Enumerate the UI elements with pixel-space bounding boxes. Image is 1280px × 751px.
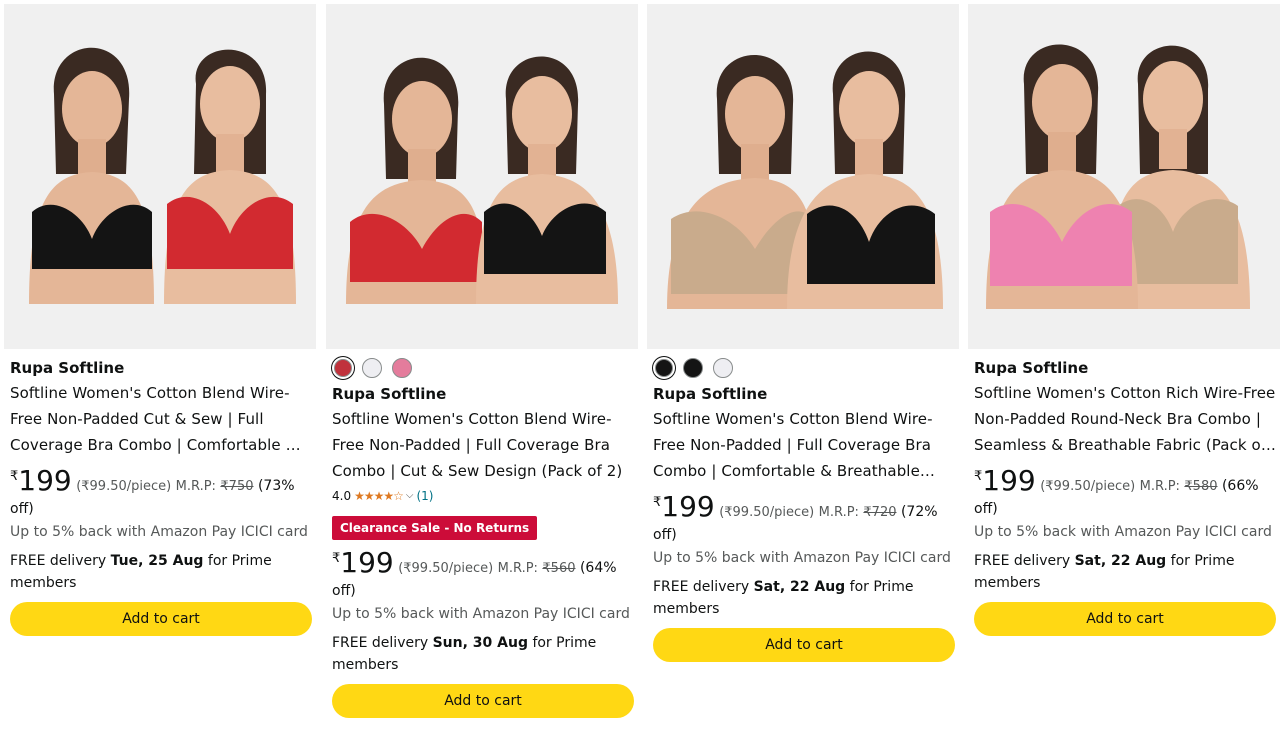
product-card: Rupa Softline Softline Women's Cotton Bl… xyxy=(326,0,642,751)
delivery-date: Tue, 25 Aug xyxy=(110,553,204,569)
delivery-prefix: FREE delivery xyxy=(653,579,750,595)
cashback-offer: Up to 5% back with Amazon Pay ICICI card xyxy=(10,524,308,540)
product-image[interactable] xyxy=(326,4,638,349)
color-swatch[interactable] xyxy=(713,358,733,378)
brand-name: Rupa Softline xyxy=(653,385,768,403)
review-count-link[interactable]: (1) xyxy=(416,486,433,506)
rating-value: 4.0 xyxy=(332,489,352,503)
add-to-cart-button[interactable]: Add to cart xyxy=(974,602,1276,636)
product-card: Rupa Softline Softline Women's Cotton Bl… xyxy=(4,0,320,751)
color-swatches xyxy=(332,356,634,380)
mrp-value: ₹580 xyxy=(1184,479,1218,494)
per-piece-price: (₹99.50/piece) xyxy=(76,479,172,494)
delivery-info: FREE delivery Sun, 30 Aug for Prime memb… xyxy=(332,632,634,676)
color-swatch[interactable] xyxy=(392,358,412,378)
price-block: ₹199 (₹99.50/piece) M.R.P: ₹750 (73% off… xyxy=(10,466,312,520)
product-title[interactable]: Softline Women's Cotton Blend Wire-Free … xyxy=(332,406,634,484)
product-title[interactable]: Softline Women's Cotton Rich Wire-Free N… xyxy=(974,380,1276,458)
brand-name: Rupa Softline xyxy=(10,359,125,377)
delivery-date: Sat, 22 Aug xyxy=(1074,553,1167,569)
price-block: ₹199 (₹99.50/piece) M.R.P: ₹580 (66% off… xyxy=(974,466,1276,520)
delivery-date: Sun, 30 Aug xyxy=(432,635,528,651)
mrp-label: M.R.P: xyxy=(175,479,216,494)
mrp-value: ₹750 xyxy=(220,479,254,494)
model-right xyxy=(787,51,943,309)
product-photo xyxy=(986,44,1250,309)
model-left xyxy=(29,47,154,304)
per-piece-price: (₹99.50/piece) xyxy=(719,505,815,520)
per-piece-price: (₹99.50/piece) xyxy=(398,561,494,576)
color-swatch[interactable] xyxy=(362,358,382,378)
product-image[interactable] xyxy=(4,4,316,349)
price-block: ₹199 (₹99.50/piece) M.R.P: ₹720 (72% off… xyxy=(653,492,955,546)
product-image[interactable] xyxy=(968,4,1280,349)
brand-name: Rupa Softline xyxy=(974,359,1089,377)
model-right xyxy=(476,56,618,304)
star-rating-icon[interactable]: ★★★★☆ xyxy=(354,486,404,506)
color-swatch-selected[interactable] xyxy=(334,359,352,377)
delivery-info: FREE delivery Tue, 25 Aug for Prime memb… xyxy=(10,550,312,594)
model-left xyxy=(986,44,1138,309)
product-title[interactable]: Softline Women's Cotton Blend Wire-Free … xyxy=(10,380,312,458)
delivery-date: Sat, 22 Aug xyxy=(753,579,846,595)
product-title[interactable]: Softline Women's Cotton Blend Wire-Free … xyxy=(653,406,955,484)
price[interactable]: 199 xyxy=(661,490,714,523)
cashback-offer: Up to 5% back with Amazon Pay ICICI card xyxy=(974,524,1272,540)
clearance-badge: Clearance Sale - No Returns xyxy=(332,516,538,540)
product-grid: Rupa Softline Softline Women's Cotton Bl… xyxy=(0,0,1280,751)
delivery-prefix: FREE delivery xyxy=(332,635,429,651)
rating-row: 4.0 ★★★★☆ ⌵ (1) xyxy=(332,486,634,506)
mrp-label: M.R.P: xyxy=(497,561,538,576)
model-left xyxy=(346,57,486,304)
chevron-down-icon[interactable]: ⌵ xyxy=(406,486,414,506)
price[interactable]: 199 xyxy=(982,464,1035,497)
mrp-value: ₹720 xyxy=(863,505,897,520)
add-to-cart-button[interactable]: Add to cart xyxy=(10,602,312,636)
per-piece-price: (₹99.50/piece) xyxy=(1040,479,1136,494)
product-photo xyxy=(29,47,296,304)
product-photo xyxy=(346,56,618,304)
product-card: Rupa Softline Softline Women's Cotton Bl… xyxy=(647,0,963,751)
brand-name: Rupa Softline xyxy=(332,385,447,403)
product-image[interactable] xyxy=(647,4,959,349)
product-photo xyxy=(667,51,943,309)
color-swatch-selected[interactable] xyxy=(655,359,673,377)
delivery-info: FREE delivery Sat, 22 Aug for Prime memb… xyxy=(974,550,1276,594)
model-right xyxy=(164,49,296,304)
cashback-offer: Up to 5% back with Amazon Pay ICICI card xyxy=(653,550,951,566)
cashback-offer: Up to 5% back with Amazon Pay ICICI card xyxy=(332,606,630,622)
add-to-cart-button[interactable]: Add to cart xyxy=(332,684,634,718)
color-swatches xyxy=(653,356,955,380)
price-block: ₹199 (₹99.50/piece) M.R.P: ₹560 (64% off… xyxy=(332,548,634,602)
color-swatch[interactable] xyxy=(683,358,703,378)
delivery-info: FREE delivery Sat, 22 Aug for Prime memb… xyxy=(653,576,955,620)
price[interactable]: 199 xyxy=(18,464,71,497)
price[interactable]: 199 xyxy=(340,546,393,579)
mrp-label: M.R.P: xyxy=(818,505,859,520)
mrp-value: ₹560 xyxy=(542,561,576,576)
delivery-prefix: FREE delivery xyxy=(974,553,1071,569)
product-card: Rupa Softline Softline Women's Cotton Ri… xyxy=(968,0,1280,751)
add-to-cart-button[interactable]: Add to cart xyxy=(653,628,955,662)
mrp-label: M.R.P: xyxy=(1139,479,1180,494)
delivery-prefix: FREE delivery xyxy=(10,553,107,569)
